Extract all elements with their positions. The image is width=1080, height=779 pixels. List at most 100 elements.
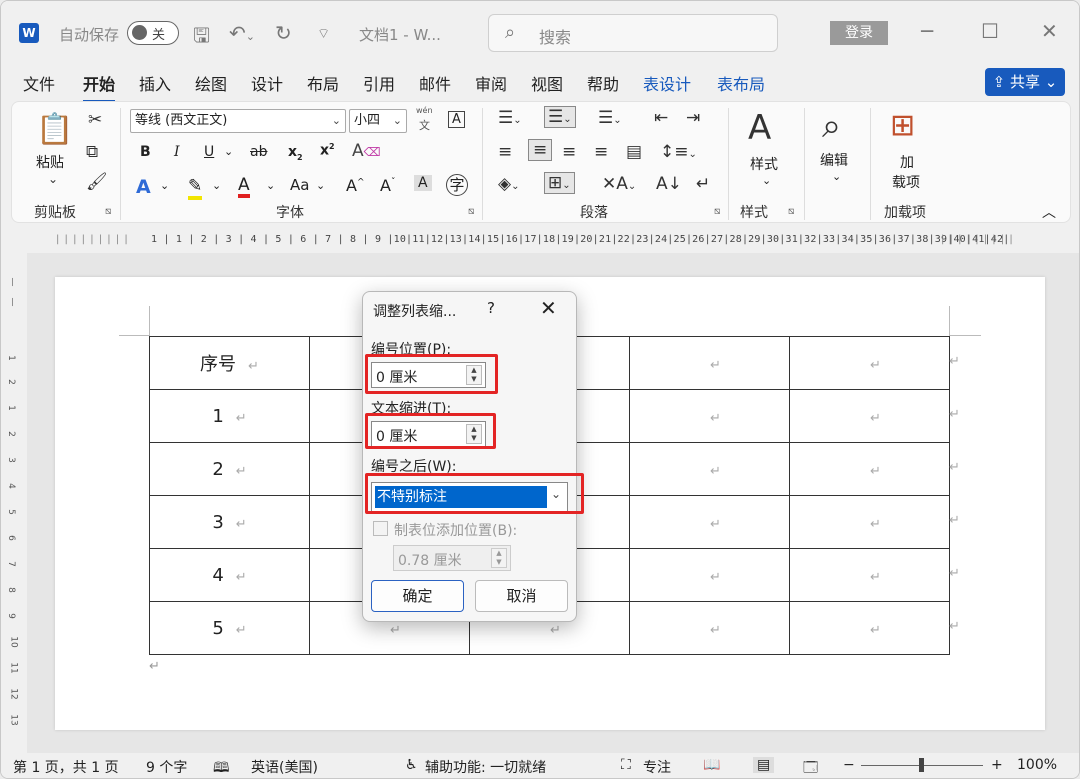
grow-font-icon[interactable]: A^ bbox=[346, 176, 365, 195]
vertical-ruler[interactable]: — — 1 2 1 2 3 4 5 6 7 8 9 10 11 12 13 bbox=[1, 269, 27, 749]
underline-button[interactable]: U bbox=[204, 144, 214, 160]
tab-draw[interactable]: 绘图 bbox=[195, 71, 227, 95]
save-icon[interactable]: 🖫 bbox=[193, 21, 210, 55]
table-cell[interactable]: 5 ↵ bbox=[149, 601, 310, 655]
tab-mailings[interactable]: 邮件 bbox=[419, 71, 451, 95]
focus-label[interactable]: 专注 bbox=[643, 757, 671, 777]
table-cell[interactable]: ↵ bbox=[789, 548, 950, 602]
collapse-ribbon-icon[interactable]: ︿ bbox=[1042, 202, 1056, 222]
table-cell[interactable]: ↵ bbox=[629, 389, 790, 443]
language-indicator[interactable]: 英语(美国) bbox=[251, 757, 318, 777]
table-cell[interactable]: 序号 ↵ bbox=[149, 336, 310, 390]
font-color-icon[interactable]: A bbox=[238, 176, 250, 198]
enclose-char-icon[interactable]: 字 bbox=[446, 174, 468, 196]
tab-stop-checkbox[interactable] bbox=[373, 521, 388, 536]
spinner-arrows-icon[interactable]: ▲ ▼ bbox=[491, 548, 507, 568]
addins-button-line1[interactable]: 加 bbox=[900, 152, 914, 172]
chevron-down-icon[interactable]: ⌄ bbox=[316, 179, 325, 192]
close-icon[interactable]: ✕ bbox=[540, 296, 557, 320]
shading-icon[interactable]: ◈⌄ bbox=[498, 174, 519, 194]
tab-table-layout[interactable]: 表布局 bbox=[717, 71, 765, 95]
borders-icon[interactable]: ⊞⌄ bbox=[544, 172, 575, 194]
ok-button[interactable]: 确定 bbox=[371, 580, 464, 612]
align-right-icon[interactable]: ≡ bbox=[562, 142, 576, 162]
horizontal-ruler[interactable]: | | | | | | | | | 1 | 1 | 2 | 3 | 4 | 5 … bbox=[1, 227, 1079, 253]
tab-help[interactable]: 帮助 bbox=[587, 71, 619, 95]
increase-indent-icon[interactable]: ⇥ bbox=[686, 108, 700, 128]
justify-icon[interactable]: ≡ bbox=[594, 142, 608, 162]
styles-icon[interactable]: A bbox=[748, 108, 771, 148]
undo-icon[interactable]: ↶⌄ bbox=[229, 21, 255, 45]
align-center-icon[interactable]: ≡ bbox=[528, 139, 553, 161]
table-cell[interactable]: ↵ bbox=[789, 442, 950, 496]
table-cell[interactable]: ↵ bbox=[789, 601, 950, 655]
zoom-in-icon[interactable]: + bbox=[991, 757, 1003, 773]
chevron-down-icon[interactable]: ⌄ bbox=[224, 145, 233, 158]
proofing-icon[interactable]: 🕮 bbox=[213, 757, 230, 778]
maximize-icon[interactable]: ☐ bbox=[981, 19, 999, 43]
table-cell[interactable]: ↵ bbox=[629, 601, 790, 655]
tab-insert[interactable]: 插入 bbox=[139, 71, 171, 95]
find-icon[interactable]: ⌕ bbox=[822, 106, 841, 146]
read-mode-icon[interactable]: 📖 bbox=[703, 757, 720, 773]
chevron-down-icon[interactable]: ⌄ bbox=[832, 170, 841, 183]
tab-stop-spinner[interactable]: 0.78 厘米 ▲ ▼ bbox=[393, 545, 511, 571]
addins-button-line2[interactable]: 载项 bbox=[892, 172, 920, 192]
phonetic-guide-icon[interactable]: 文 bbox=[419, 117, 430, 133]
strikethrough-button[interactable]: ab bbox=[250, 144, 267, 160]
accessibility-status[interactable]: 辅助功能: 一切就绪 bbox=[425, 757, 546, 777]
search-box[interactable]: ⌕ 搜索 bbox=[488, 14, 778, 52]
tab-layout[interactable]: 布局 bbox=[307, 71, 339, 95]
table-cell[interactable]: ↵ bbox=[629, 548, 790, 602]
styles-button[interactable]: 样式 bbox=[750, 154, 778, 174]
paste-label[interactable]: 粘贴 bbox=[36, 152, 64, 172]
subscript-icon[interactable]: x2 bbox=[288, 144, 303, 162]
web-layout-icon[interactable]: 🗔 bbox=[803, 757, 818, 778]
clear-formatting-icon[interactable]: A⌫ bbox=[352, 141, 381, 161]
chevron-down-icon[interactable]: ⌄ bbox=[160, 179, 169, 192]
font-name-combo[interactable]: 等线 (西文正文) ⌄ bbox=[130, 109, 346, 133]
table-cell[interactable]: 3 ↵ bbox=[149, 495, 310, 549]
accessibility-icon[interactable]: ♿ bbox=[405, 757, 418, 773]
tab-view[interactable]: 视图 bbox=[531, 71, 563, 95]
highlight-icon[interactable]: ✎ bbox=[188, 176, 203, 200]
help-button[interactable]: ? bbox=[487, 299, 495, 317]
table-cell[interactable]: 1 ↵ bbox=[149, 389, 310, 443]
editing-button[interactable]: 编辑 bbox=[820, 150, 848, 170]
customize-qat-icon[interactable]: ⌔ bbox=[317, 25, 330, 43]
table-cell[interactable]: 2 ↵ bbox=[149, 442, 310, 496]
tab-review[interactable]: 审阅 bbox=[475, 71, 507, 95]
decrease-indent-icon[interactable]: ⇤ bbox=[654, 108, 668, 128]
page-count[interactable]: 第 1 页，共 1 页 bbox=[13, 757, 119, 777]
tab-stop-value[interactable]: 0.78 厘米 bbox=[398, 550, 462, 570]
tab-references[interactable]: 引用 bbox=[363, 71, 395, 95]
phonetic-guide-pinyin[interactable]: wén bbox=[416, 106, 433, 115]
char-shading-icon[interactable]: A bbox=[414, 175, 432, 191]
copy-icon[interactable]: ⧉ bbox=[86, 142, 98, 162]
print-layout-icon[interactable]: ▤ bbox=[753, 757, 775, 773]
paste-dropdown-icon[interactable]: ⌄ bbox=[48, 172, 58, 186]
char-border-icon[interactable]: A bbox=[448, 111, 465, 128]
minimize-icon[interactable]: ─ bbox=[921, 19, 933, 43]
login-button[interactable]: 登录 bbox=[830, 21, 888, 45]
table-cell[interactable]: ↵ bbox=[789, 336, 950, 390]
sort-icon[interactable]: A↓ bbox=[656, 174, 682, 194]
autosave-toggle[interactable]: 关 bbox=[127, 21, 179, 45]
bold-button[interactable]: B bbox=[140, 144, 151, 160]
chinese-layout-icon[interactable]: ✕A⌄ bbox=[602, 174, 636, 194]
cancel-button[interactable]: 取消 bbox=[475, 580, 568, 612]
format-painter-icon[interactable]: 🖌 bbox=[86, 172, 108, 192]
table-cell[interactable]: ↵ bbox=[629, 495, 790, 549]
paste-icon[interactable]: 📋 bbox=[36, 112, 73, 147]
italic-button[interactable]: I bbox=[174, 144, 180, 160]
text-effects-icon[interactable]: A bbox=[136, 176, 151, 198]
superscript-icon[interactable]: x2 bbox=[320, 142, 335, 159]
redo-icon[interactable]: ↻ bbox=[275, 21, 292, 45]
align-left-icon[interactable]: ≡ bbox=[498, 142, 512, 162]
tab-design[interactable]: 设计 bbox=[251, 71, 283, 95]
tab-home[interactable]: 开始 bbox=[83, 71, 116, 103]
table-cell[interactable]: ↵ bbox=[629, 442, 790, 496]
chevron-down-icon[interactable]: ⌄ bbox=[762, 174, 771, 187]
show-marks-icon[interactable]: ↵ bbox=[696, 174, 710, 194]
multilevel-list-icon[interactable]: ☰⌄ bbox=[598, 108, 622, 128]
